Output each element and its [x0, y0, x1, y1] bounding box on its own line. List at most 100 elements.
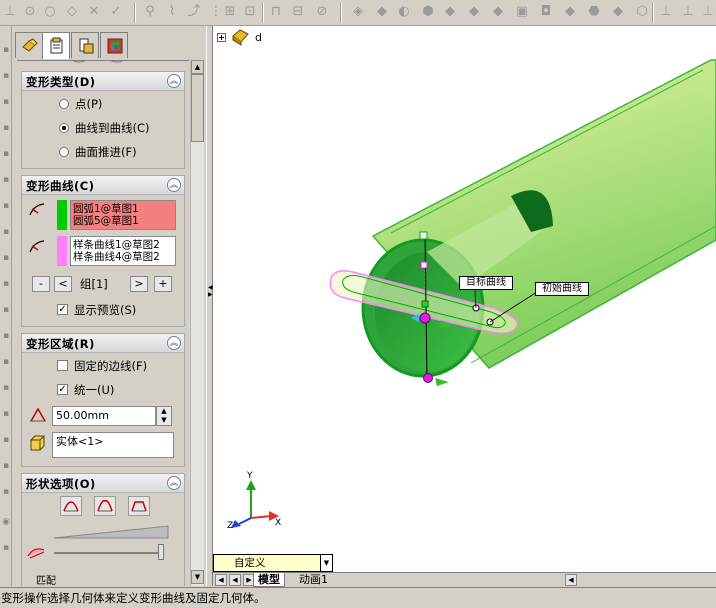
wrap-icon[interactable]: ⊥	[700, 4, 716, 20]
show-preview-checkbox[interactable]: ✓	[57, 304, 68, 315]
collapse-up-icon[interactable]: ︽	[167, 476, 181, 490]
list-item[interactable]: 圆弧5@草图1	[73, 215, 173, 227]
dome-icon[interactable]: ⬡	[634, 4, 650, 20]
dimxpert-tab[interactable]	[100, 32, 128, 58]
circle-icon[interactable]: ○	[42, 4, 58, 20]
chevron-down-icon[interactable]: ▼	[320, 555, 332, 571]
shape-stiffness-max-button[interactable]	[128, 496, 150, 516]
indent-icon[interactable]: ⊥	[680, 4, 696, 20]
panel-splitter[interactable]: ◀ ▶	[206, 26, 213, 586]
next-group-button[interactable]: >	[130, 276, 148, 292]
panel-vertical-scrollbar[interactable]: ▲ ▼	[190, 60, 204, 586]
shape-accuracy-slider[interactable]	[54, 552, 164, 554]
direction-arrow-bottom[interactable]	[435, 378, 449, 386]
radius-input[interactable]: 50.00mm	[52, 406, 156, 426]
record-icon[interactable]: ◉	[1, 516, 11, 528]
toolbar-icon[interactable]: ▪	[1, 278, 11, 290]
collapse-up-icon[interactable]: ︽	[167, 74, 181, 88]
chamfer-icon[interactable]: ◆	[466, 4, 482, 20]
tab-model[interactable]: 模型	[253, 573, 285, 587]
remove-group-button[interactable]: -	[32, 276, 50, 292]
hole-icon[interactable]: ◆	[562, 4, 578, 20]
toolbar-icon[interactable]: ▪	[1, 460, 11, 472]
configuration-dropdown[interactable]: 自定义 ▼	[213, 554, 333, 572]
fillet-icon[interactable]: ◆	[442, 4, 458, 20]
freeform-icon[interactable]: ⊥	[658, 4, 674, 20]
featuremanager-tab[interactable]	[15, 32, 43, 58]
zoom-icon[interactable]: ⊟	[290, 4, 306, 20]
toolbar-icon[interactable]: ▪	[1, 408, 11, 420]
list-item[interactable]: 圆弧1@草图1	[73, 203, 173, 215]
line-icon[interactable]: ✕	[86, 4, 102, 20]
draft-icon[interactable]: ◘	[538, 4, 554, 20]
toolbar-icon[interactable]: ▪	[1, 542, 11, 554]
list-item[interactable]: 样条曲线4@草图2	[73, 251, 173, 263]
toolbar-icon[interactable]: ▪	[1, 330, 11, 342]
toolbar-icon[interactable]: ▪	[1, 252, 11, 264]
tab-prev-icon[interactable]: ◀	[229, 574, 241, 586]
toolbar-icon[interactable]: ▪	[1, 96, 11, 108]
configurationmanager-tab[interactable]	[71, 32, 99, 58]
scroll-thumb[interactable]	[191, 74, 204, 142]
expand-plus-icon[interactable]	[217, 33, 227, 43]
splitter-grip-icon[interactable]: ◀ ▶	[208, 284, 213, 298]
grid-icon[interactable]: ⊡	[242, 4, 258, 20]
flex-icon[interactable]: ◆	[610, 4, 626, 20]
radio-point[interactable]	[59, 99, 69, 109]
arc-icon[interactable]: ✓	[108, 4, 124, 20]
toolbar-icon[interactable]: ▪	[1, 70, 11, 82]
pattern-icon[interactable]: ⊘	[314, 4, 330, 20]
trim-icon[interactable]: ⚲	[142, 4, 158, 20]
drag-handle-mid[interactable]	[420, 261, 428, 269]
shell-icon[interactable]: ◆	[490, 4, 506, 20]
loft-icon[interactable]: ⬢	[420, 4, 436, 20]
deform-region-header[interactable]: 变形区域(R) ︽	[22, 334, 184, 353]
toolbar-icon[interactable]: ▪	[1, 434, 11, 446]
radius-spinner[interactable]: ▲ ▼	[156, 406, 172, 426]
list-item[interactable]: 样条曲线1@草图2	[73, 239, 173, 251]
toolbar-icon[interactable]: ▪	[1, 226, 11, 238]
control-point-bottom[interactable]	[423, 373, 433, 383]
scroll-down-icon[interactable]: ▼	[191, 570, 204, 584]
toolbar-icon[interactable]: ▪	[1, 200, 11, 212]
point-icon[interactable]: ⊞	[222, 4, 238, 20]
rectangle-icon[interactable]: ◇	[64, 4, 80, 20]
shape-stiffness-mid-button[interactable]	[94, 496, 116, 516]
fixed-edges-checkbox[interactable]	[57, 360, 68, 371]
slider-thumb[interactable]	[158, 544, 164, 560]
graphics-viewport[interactable]: Y X Z d 目标曲线 初始曲线	[213, 26, 716, 572]
scroll-up-icon[interactable]: ▲	[191, 60, 204, 74]
uniform-checkbox[interactable]: ✓	[57, 384, 68, 395]
radio-curve-to-curve[interactable]	[59, 123, 69, 133]
deform-type-header[interactable]: 变形类型(D) ︽	[22, 72, 184, 91]
scroll-left-icon[interactable]: ◀	[565, 574, 577, 586]
rib-icon[interactable]: ▣	[514, 4, 530, 20]
drag-handle-top[interactable]	[419, 231, 428, 240]
revolve-icon[interactable]: ◆	[374, 4, 390, 20]
view-icon[interactable]: ⊓	[268, 4, 284, 20]
toolbar-icon[interactable]: ▪	[1, 304, 11, 316]
body-selection-box[interactable]: 实体<1>	[52, 432, 174, 458]
radio-surface-push[interactable]	[59, 147, 69, 157]
spline-icon[interactable]: ⌇	[164, 4, 180, 20]
deform-curves-header[interactable]: 变形曲线(C) ︽	[22, 176, 184, 195]
extrude-icon[interactable]: ◈	[350, 4, 366, 20]
smart-dimension-icon[interactable]: ⊙	[22, 4, 38, 20]
toolbar-icon[interactable]: ▪	[1, 148, 11, 160]
control-point-magenta[interactable]	[419, 312, 431, 324]
tab-animation[interactable]: 动画1	[295, 573, 332, 587]
offset-icon[interactable]: ⤴	[186, 4, 202, 20]
toolbar-icon[interactable]: ▪	[1, 382, 11, 394]
toolbar-icon[interactable]: ▪	[1, 174, 11, 186]
sweep-icon[interactable]: ◐	[396, 4, 412, 20]
add-group-button[interactable]: +	[154, 276, 172, 292]
toolbar-icon[interactable]: ▪	[1, 486, 11, 498]
toolbar-icon[interactable]: ▪	[1, 44, 11, 56]
shape-options-header[interactable]: 形状选项(O) ︽	[22, 474, 184, 493]
target-curves-list[interactable]: 样条曲线1@草图2 样条曲线4@草图2	[70, 236, 176, 266]
toolbar-icon[interactable]: ▪	[1, 122, 11, 134]
drag-handle-green[interactable]	[421, 300, 429, 308]
initial-curves-list[interactable]: 圆弧1@草图1 圆弧5@草图1	[70, 200, 176, 230]
propertymanager-tab[interactable]	[42, 32, 70, 59]
collapse-up-icon[interactable]: ︽	[167, 336, 181, 350]
